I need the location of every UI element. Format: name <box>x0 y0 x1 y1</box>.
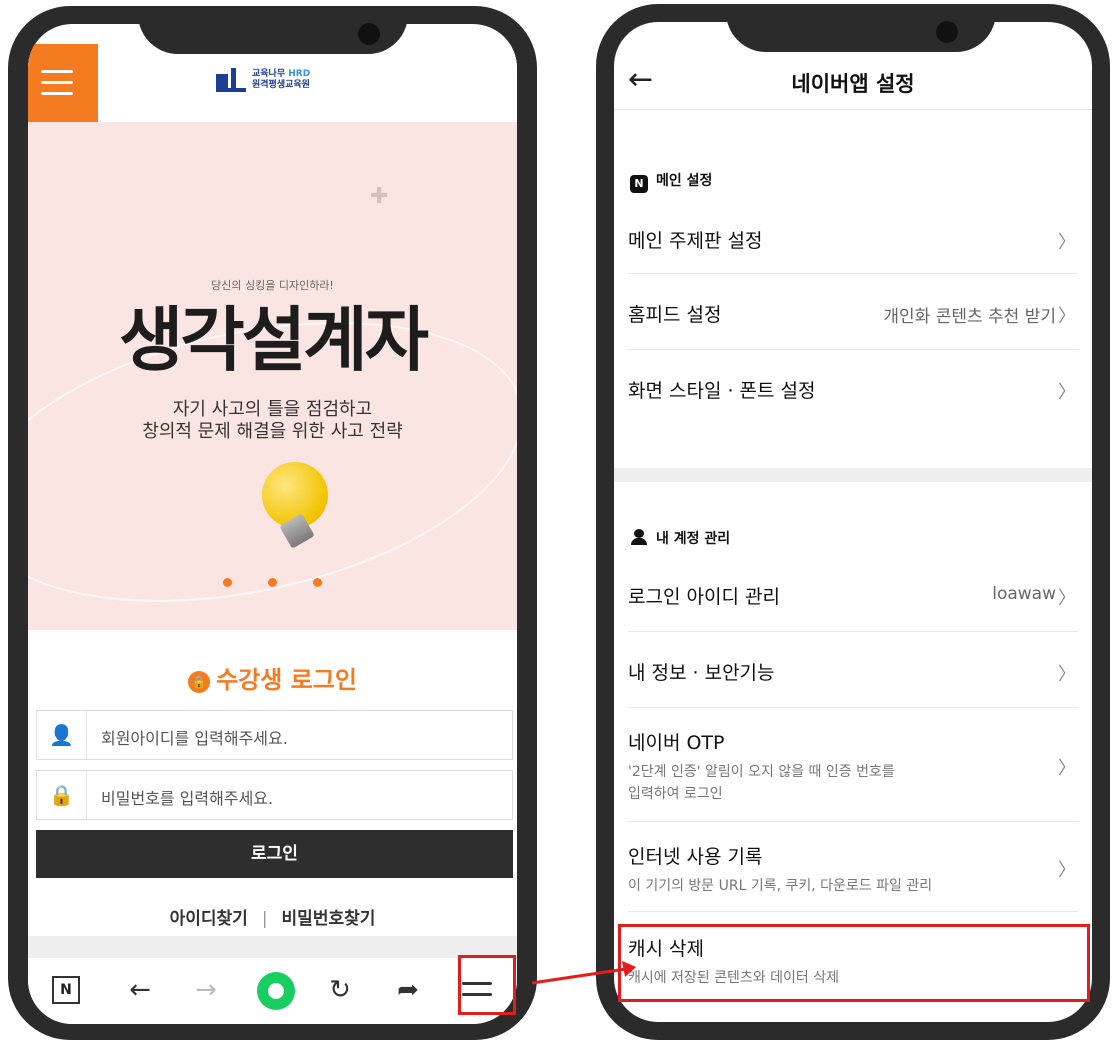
right-phone-frame: ← 네이버앱 설정 N 메인 설정 메인 주제판 설정 〉 홈피드 설정 개인화 … <box>596 4 1110 1040</box>
logo-line1: 교육나무 <box>252 69 286 79</box>
user-id-input[interactable]: 👤 회원아이디를 입력해주세요. <box>36 710 513 760</box>
person-icon <box>630 529 648 545</box>
login-button[interactable]: 로그인 <box>36 830 513 878</box>
green-home-icon[interactable] <box>257 972 295 1010</box>
settings-item-label: 내 정보 · 보안기능 <box>628 662 775 684</box>
left-phone-frame: 교육나무 HRD 원격평생교육원 ✚ 당신의 싱킹을 디자인하라! 생각설계자 … <box>8 6 537 1040</box>
password-input[interactable]: 🔒 비밀번호를 입력해주세요. <box>36 770 513 820</box>
carousel-dots[interactable] <box>28 572 517 591</box>
settings-item-desc: 입력하여 로그인 <box>628 786 723 802</box>
section-title-main: 메인 설정 <box>656 173 713 189</box>
chevron-right-icon: 〉 <box>1058 758 1076 779</box>
browser-bottom-nav: N ← → ↻ ➦ <box>28 958 517 1024</box>
highlight-box-clear-cache <box>618 924 1090 1002</box>
banner-desc-line1: 자기 사고의 틀을 점검하고 <box>172 399 373 420</box>
user-id-placeholder: 회원아이디를 입력해주세요. <box>101 729 288 748</box>
chevron-right-icon: 〉 <box>1058 664 1076 685</box>
settings-item-value: loawaw <box>992 584 1056 604</box>
section-title-account: 내 계정 관리 <box>656 531 731 547</box>
settings-item-internet-history[interactable]: 인터넷 사용 기록 이 기기의 방문 URL 기록, 쿠키, 다운로드 파일 관… <box>628 822 1078 912</box>
settings-item-label: 화면 스타일 · 폰트 설정 <box>628 380 816 402</box>
highlight-box-menu <box>458 955 516 1015</box>
lock-icon: 🔒 <box>37 771 87 819</box>
settings-item-main-board[interactable]: 메인 주제판 설정 〉 <box>628 204 1078 274</box>
page-title: 네이버앱 설정 <box>791 72 915 96</box>
settings-item-login-id[interactable]: 로그인 아이디 관리 loawaw 〉 <box>628 558 1078 632</box>
lightbulb-icon <box>262 462 332 552</box>
left-phone-screen: 교육나무 HRD 원격평생교육원 ✚ 당신의 싱킹을 디자인하라! 생각설계자 … <box>28 24 517 1024</box>
section-divider <box>614 468 1092 482</box>
refresh-icon[interactable]: ↻ <box>320 968 360 1012</box>
logo-mark-icon <box>216 68 246 92</box>
site-header: 교육나무 HRD 원격평생교육원 <box>28 44 517 122</box>
settings-item-screen-style[interactable]: 화면 스타일 · 폰트 설정 〉 <box>628 350 1078 426</box>
settings-item-label: 홈피드 설정 <box>628 304 722 326</box>
chevron-right-icon: 〉 <box>1058 232 1076 253</box>
carousel-dot[interactable] <box>268 578 277 587</box>
carousel-dot[interactable] <box>223 578 232 587</box>
settings-item-label: 네이버 OTP <box>628 732 725 754</box>
chevron-right-icon: 〉 <box>1058 382 1076 403</box>
back-arrow-icon[interactable]: ← <box>120 968 160 1012</box>
link-separator: | <box>261 909 268 929</box>
lock-icon: 🔒 <box>188 671 211 693</box>
naver-n-icon: N <box>630 175 648 193</box>
settings-item-label: 인터넷 사용 기록 <box>628 846 763 868</box>
pointer-arrow-icon <box>531 961 636 985</box>
promo-banner[interactable]: ✚ 당신의 싱킹을 디자인하라! 생각설계자 자기 사고의 틀을 점검하고 창의… <box>28 122 517 630</box>
user-icon: 👤 <box>37 711 87 759</box>
banner-subtitle: 당신의 싱킹을 디자인하라! <box>211 279 334 292</box>
carousel-dot[interactable] <box>313 578 322 587</box>
settings-item-naver-otp[interactable]: 네이버 OTP '2단계 인증' 알림이 오지 않을 때 인증 번호를 입력하여… <box>628 708 1078 822</box>
settings-item-desc: '2단계 인증' 알림이 오지 않을 때 인증 번호를 <box>628 764 895 780</box>
chevron-right-icon: 〉 <box>1058 588 1076 609</box>
camera-icon <box>358 23 380 45</box>
settings-item-label: 메인 주제판 설정 <box>628 230 763 252</box>
chevron-right-icon: 〉 <box>1058 860 1076 881</box>
plus-icon: ✚ <box>370 184 389 209</box>
settings-item-homefeed[interactable]: 홈피드 설정 개인화 콘텐츠 추천 받기 〉 <box>628 274 1078 350</box>
logo-line2: 원격평생교육원 <box>252 80 310 90</box>
password-placeholder: 비밀번호를 입력해주세요. <box>101 789 274 808</box>
share-icon[interactable]: ➦ <box>388 968 428 1012</box>
login-title: 수강생 로그인 <box>216 666 357 694</box>
forward-arrow-icon[interactable]: → <box>186 968 226 1012</box>
hamburger-menu-button[interactable] <box>28 44 98 122</box>
chevron-right-icon: 〉 <box>1058 306 1076 327</box>
find-password-link[interactable]: 비밀번호찾기 <box>282 909 376 929</box>
banner-desc-line2: 창의적 문제 해결을 위한 사고 전략 <box>142 421 403 442</box>
banner-title: 생각설계자 <box>119 299 429 381</box>
find-id-link[interactable]: 아이디찾기 <box>170 909 248 929</box>
settings-item-label: 로그인 아이디 관리 <box>628 586 780 608</box>
camera-icon <box>936 21 958 43</box>
n-box-icon[interactable]: N <box>52 976 80 1004</box>
settings-item-value: 개인화 콘텐츠 추천 받기 <box>883 307 1056 327</box>
site-logo[interactable]: 교육나무 HRD 원격평생교육원 <box>216 68 310 92</box>
settings-header: ← 네이버앱 설정 <box>614 52 1092 110</box>
settings-item-desc: 이 기기의 방문 URL 기록, 쿠키, 다운로드 파일 관리 <box>628 878 933 894</box>
right-phone-screen: ← 네이버앱 설정 N 메인 설정 메인 주제판 설정 〉 홈피드 설정 개인화 … <box>614 22 1092 1022</box>
logo-hrd: HRD <box>288 69 311 79</box>
settings-item-my-info[interactable]: 내 정보 · 보안기능 〉 <box>628 632 1078 708</box>
